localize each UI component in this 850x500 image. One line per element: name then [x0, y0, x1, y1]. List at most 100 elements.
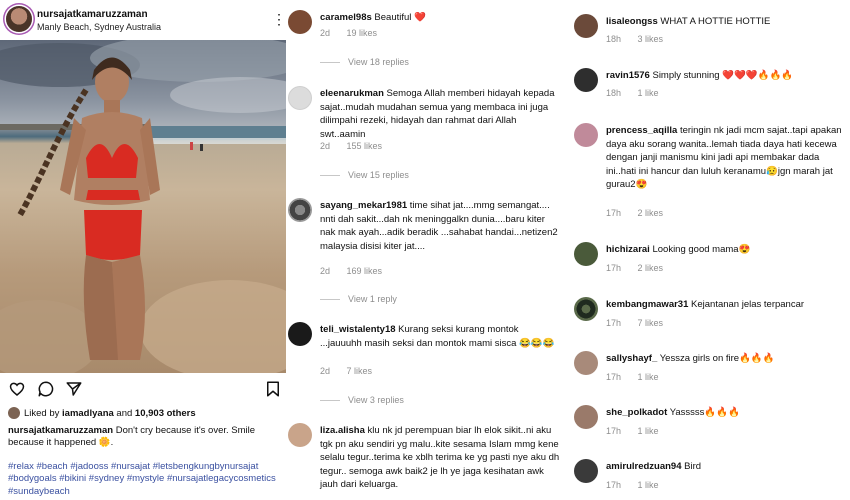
liked-and: and: [116, 408, 133, 419]
caption-username[interactable]: nursajatkamaruzzaman: [8, 425, 113, 436]
comment-meta: 2d 155 likes: [320, 141, 382, 151]
liked-by-row[interactable]: Liked by iamadlyana and 10,903 others: [8, 407, 288, 421]
avatar[interactable]: [574, 405, 598, 429]
comment-username[interactable]: eleenarukman: [320, 88, 384, 99]
comment-likes[interactable]: 1 like: [638, 88, 659, 98]
comment-time: 17h: [606, 426, 622, 436]
comment-username[interactable]: teli_wistalenty18: [320, 324, 396, 335]
comments-column-right: lisaleongss WHAT A HOTTIE HOTTIE 18h 3 l…: [574, 0, 850, 500]
liked-by-user[interactable]: iamadlyana: [62, 408, 114, 419]
comment-meta: 17h 2 likes: [606, 263, 663, 273]
comment-username[interactable]: amirulredzuan94: [606, 461, 682, 472]
comment-meta: 2d 169 likes: [320, 266, 382, 276]
comment-likes[interactable]: 2 likes: [638, 263, 664, 273]
comment-likes[interactable]: 7 likes: [638, 318, 664, 328]
comment-username[interactable]: ravin1576: [606, 70, 650, 81]
comment-icon[interactable]: [37, 380, 55, 398]
avatar[interactable]: [288, 198, 312, 222]
comment-body: hichizarai Looking good mama😍: [606, 243, 850, 257]
post-photo[interactable]: [0, 40, 286, 373]
comment-meta: 17h 7 likes: [606, 318, 663, 328]
comment-username[interactable]: kembangmawar31: [606, 299, 688, 310]
comment-likes[interactable]: 7 likes: [347, 366, 373, 376]
comment-time: 17h: [606, 318, 622, 328]
comment-body: teli_wistalenty18 Kurang seksi kurang mo…: [320, 323, 560, 350]
replies-divider: [320, 299, 340, 301]
avatar[interactable]: [288, 10, 312, 34]
avatar[interactable]: [288, 86, 312, 110]
avatar[interactable]: [574, 459, 598, 483]
post-header: nursajatkamaruzzaman Manly Beach, Sydney…: [0, 0, 286, 40]
comment-body: kembangmawar31 Kejantanan jelas terpanca…: [606, 298, 850, 312]
view-replies-label: View 15 replies: [348, 170, 409, 180]
comment-username[interactable]: prencess_aqilla: [606, 125, 677, 136]
comment-likes[interactable]: 155 likes: [347, 141, 383, 151]
comment-body: she_polkadot Yasssss🔥🔥🔥: [606, 406, 850, 420]
view-replies-button[interactable]: View 15 replies: [320, 170, 409, 180]
comment-body: sayang_mekar1981 time sihat jat....mmg s…: [320, 199, 560, 253]
avatar[interactable]: [574, 68, 598, 92]
heart-icon[interactable]: [8, 380, 26, 398]
comment-text: Looking good mama😍: [652, 244, 751, 255]
view-replies-button[interactable]: View 18 replies: [320, 57, 409, 67]
comment-text: Yessza girls on fire🔥🔥🔥: [659, 353, 775, 364]
comment-text: Beautiful ❤️: [374, 12, 426, 23]
comment-text: WHAT A HOTTIE HOTTIE: [660, 16, 771, 27]
replies-divider: [320, 175, 340, 177]
comment-username[interactable]: sallyshayf_: [606, 353, 657, 364]
view-replies-button[interactable]: View 1 reply: [320, 294, 397, 304]
comment-meta: 17h 2 likes: [606, 208, 663, 218]
save-icon[interactable]: [264, 380, 282, 398]
comment-likes[interactable]: 19 likes: [347, 28, 378, 38]
comment-body: liza.alisha klu nk jd perempuan biar lh …: [320, 424, 560, 492]
avatar[interactable]: [574, 14, 598, 38]
comment-text: Kejantanan jelas terpancar: [691, 299, 805, 310]
avatar[interactable]: [288, 423, 312, 447]
comment-meta: 17h 1 like: [606, 480, 659, 490]
comment-likes[interactable]: 169 likes: [347, 266, 383, 276]
more-icon[interactable]: ⋮: [272, 12, 286, 26]
view-replies-button[interactable]: View 3 replies: [320, 395, 404, 405]
comment-text: Simply stunning ❤️❤️❤️🔥🔥🔥: [652, 70, 794, 81]
comment-time: 2d: [320, 366, 331, 376]
replies-divider: [320, 62, 340, 64]
comment-username[interactable]: liza.alisha: [320, 425, 365, 436]
avatar[interactable]: [574, 297, 598, 321]
post-avatar[interactable]: [6, 6, 32, 32]
comment-body: prencess_aqilla teringin nk jadi mcm saj…: [606, 124, 850, 192]
comment-time: 17h: [606, 372, 622, 382]
comment-body: eleenarukman Semoga Allah memberi hidaya…: [320, 87, 560, 141]
comment-likes[interactable]: 1 like: [638, 480, 659, 490]
avatar[interactable]: [574, 123, 598, 147]
comment-username[interactable]: hichizarai: [606, 244, 650, 255]
comment-body: caramel98s Beautiful ❤️: [320, 11, 560, 25]
comment-meta: 2d 7 likes: [320, 366, 372, 376]
comment-username[interactable]: lisaleongss: [606, 16, 658, 27]
comment-username[interactable]: caramel98s: [320, 12, 372, 23]
comment-body: ravin1576 Simply stunning ❤️❤️❤️🔥🔥🔥: [606, 69, 850, 83]
comment-username[interactable]: she_polkadot: [606, 407, 667, 418]
comment-body: amirulredzuan94 Bird: [606, 460, 850, 474]
comment-likes[interactable]: 1 like: [638, 426, 659, 436]
post-panel: nursajatkamaruzzaman Manly Beach, Sydney…: [0, 0, 286, 500]
comment-username[interactable]: sayang_mekar1981: [320, 200, 407, 211]
avatar[interactable]: [574, 351, 598, 375]
comment-time: 17h: [606, 263, 622, 273]
post-location[interactable]: Manly Beach, Sydney Australia: [37, 22, 161, 32]
comment-likes[interactable]: 2 likes: [638, 208, 664, 218]
liked-by-text: Liked by iamadlyana and 10,903 others: [24, 408, 196, 419]
avatar[interactable]: [288, 322, 312, 346]
view-replies-label: View 3 replies: [348, 395, 404, 405]
comment-text: Bird: [684, 461, 702, 472]
liked-by-others[interactable]: 10,903 others: [135, 408, 196, 419]
comment-likes[interactable]: 3 likes: [638, 34, 664, 44]
avatar[interactable]: [574, 242, 598, 266]
replies-divider: [320, 400, 340, 402]
comment-meta: 18h 3 likes: [606, 34, 663, 44]
post-username[interactable]: nursajatkamaruzzaman: [37, 9, 148, 20]
comment-time: 17h: [606, 208, 622, 218]
post-hashtags[interactable]: #relax #beach #jadooss #nursajat #letsbe…: [8, 461, 284, 498]
share-icon[interactable]: [65, 380, 83, 398]
comment-meta: 18h 1 like: [606, 88, 659, 98]
comment-likes[interactable]: 1 like: [638, 372, 659, 382]
